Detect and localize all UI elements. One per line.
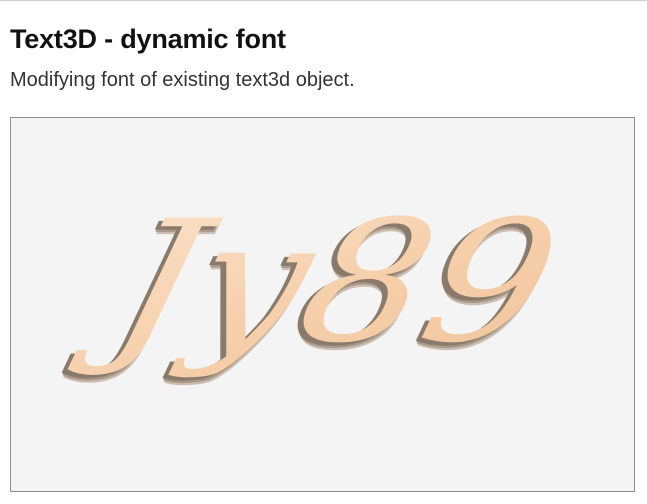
top-divider [0,0,647,1]
3d-scene-canvas[interactable]: Jy89 Jy89 Jy89 Jy89 [11,118,634,491]
text3d-front-face: Jy89 [65,185,576,381]
page-title: Text3D - dynamic font [10,24,286,54]
text3d-object: Jy89 Jy89 Jy89 Jy89 [59,185,576,389]
3d-viewport[interactable]: Jy89 Jy89 Jy89 Jy89 [10,117,635,492]
page-subtitle: Modifying font of existing text3d object… [10,69,355,91]
